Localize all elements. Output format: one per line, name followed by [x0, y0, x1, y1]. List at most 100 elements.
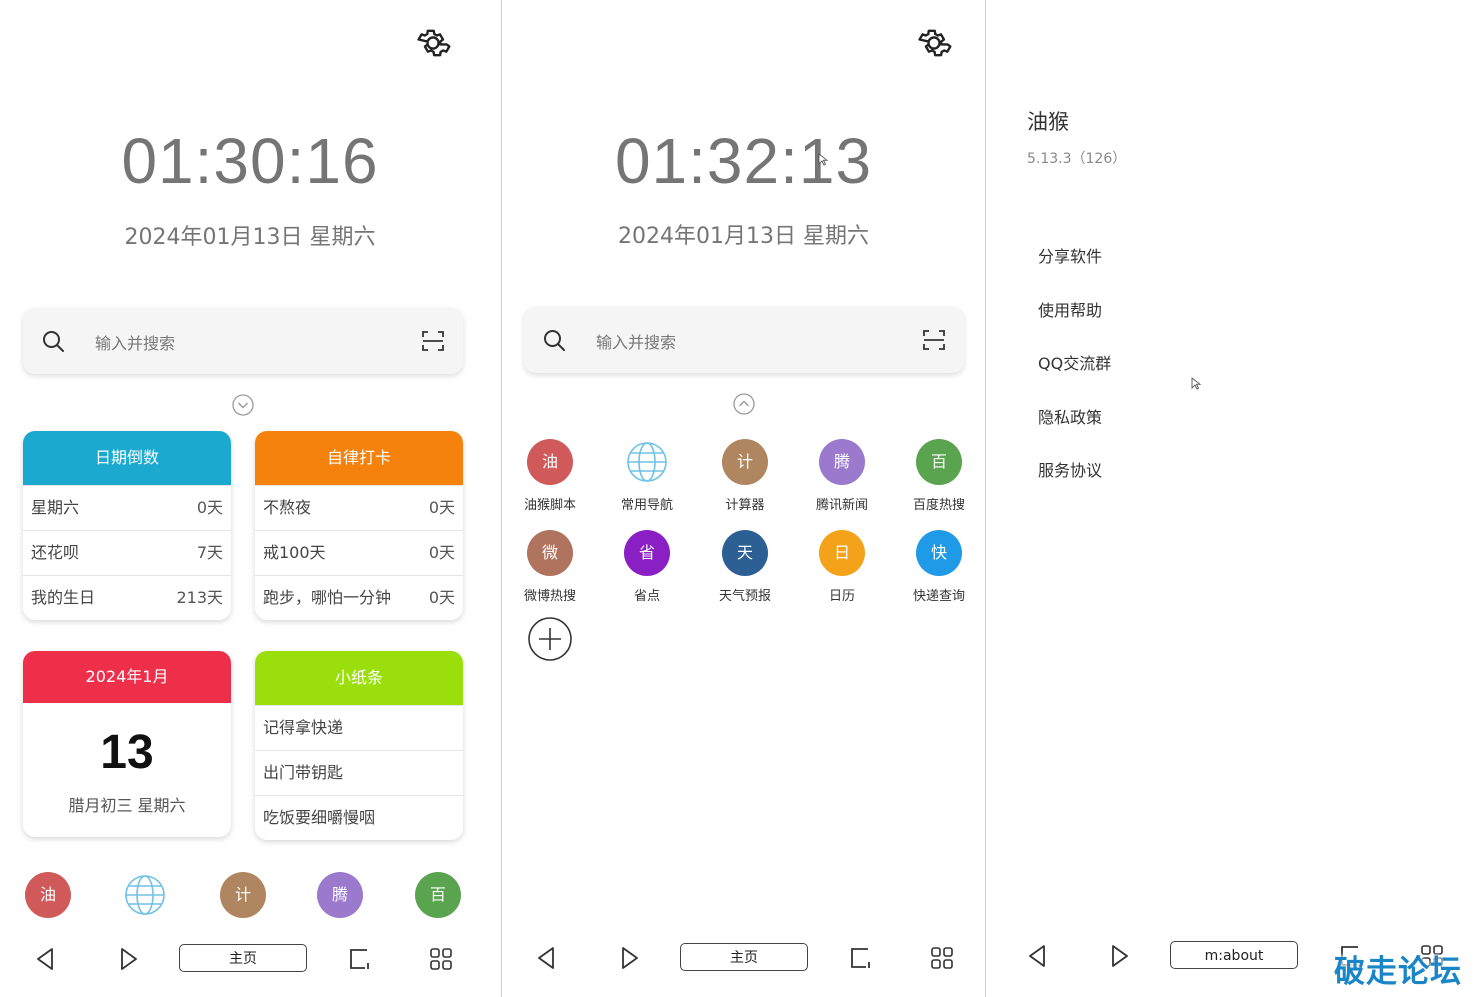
calendar-day: 13	[100, 726, 154, 779]
checkin-row[interactable]: 不熬夜 0天	[255, 485, 463, 530]
app-icon: 百	[916, 439, 962, 485]
row-value: 0天	[428, 588, 455, 607]
dock-app-baidu[interactable]: 百	[415, 872, 461, 918]
clock-date: 2024年01月13日 星期六	[124, 225, 376, 250]
scan-icon[interactable]	[421, 329, 445, 353]
search-placeholder: 输入并搜索	[596, 333, 677, 352]
note-text: 吃饭要细嚼慢咽	[263, 808, 376, 827]
menu-help[interactable]: 使用帮助	[1038, 297, 1102, 321]
note-item[interactable]: 吃饭要细嚼慢咽	[255, 795, 463, 840]
notes-card[interactable]: 小纸条 记得拿快递 出门带钥匙 吃饭要细嚼慢咽	[255, 651, 463, 840]
row-value: 0天	[196, 498, 223, 517]
menu-grid-icon[interactable]	[929, 945, 955, 971]
menu-qq-group[interactable]: QQ交流群	[1038, 350, 1111, 374]
app-label: 省点	[633, 589, 660, 604]
forward-arrow-icon[interactable]	[616, 945, 642, 971]
forward-arrow-icon[interactable]	[1106, 943, 1132, 969]
app-name: 油猴	[1027, 110, 1069, 134]
menu-privacy[interactable]: 隐私政策	[1038, 404, 1102, 428]
app-label: 腾讯新闻	[815, 498, 868, 513]
row-value: 0天	[428, 543, 455, 562]
row-label: 还花呗	[31, 543, 80, 562]
address-bar[interactable]: 主页	[680, 943, 808, 971]
checkin-row[interactable]: 戒100天 0天	[255, 530, 463, 575]
app-baidu-hot[interactable]: 百 百度热搜	[899, 439, 979, 513]
app-label: 百度热搜	[912, 498, 965, 513]
add-app-plus-icon[interactable]	[527, 616, 573, 662]
collapse-chevron-down-icon[interactable]	[232, 394, 254, 416]
app-label: 油猴脚本	[523, 498, 576, 513]
globe-icon	[627, 442, 667, 482]
dock-app-tencent-news[interactable]: 腾	[317, 872, 363, 918]
note-item[interactable]: 出门带钥匙	[255, 750, 463, 795]
settings-gear-icon[interactable]	[414, 24, 452, 62]
calendar-card[interactable]: 2024年1月 13 腊月初三 星期六	[23, 651, 231, 837]
address-bar[interactable]: m:about	[1170, 941, 1298, 969]
menu-terms[interactable]: 服务协议	[1038, 457, 1102, 481]
app-common-nav[interactable]: 常用导航	[607, 439, 687, 513]
app-calculator[interactable]: 计 计算器	[705, 439, 785, 513]
row-label: 跑步，哪怕一分钟	[263, 588, 392, 607]
app-tencent-news[interactable]: 腾 腾讯新闻	[802, 439, 882, 513]
note-text: 记得拿快递	[263, 718, 344, 737]
app-icon: 日	[819, 530, 865, 576]
app-label: 计算器	[725, 498, 765, 513]
countdown-row[interactable]: 还花呗 7天	[23, 530, 231, 575]
back-arrow-icon[interactable]	[1025, 943, 1051, 969]
back-arrow-icon[interactable]	[534, 945, 560, 971]
clock-time: 01:32:13	[614, 125, 873, 197]
scan-icon[interactable]	[922, 328, 946, 352]
app-icon: 微	[527, 530, 573, 576]
search-placeholder: 输入并搜索	[95, 334, 176, 353]
row-value: 7天	[196, 543, 223, 562]
dock-app-youhou[interactable]: 油	[25, 872, 71, 918]
countdown-row[interactable]: 我的生日 213天	[23, 575, 231, 620]
notes-title: 小纸条	[255, 651, 463, 705]
expand-chevron-up-icon[interactable]	[733, 393, 755, 415]
app-icon: 快	[916, 530, 962, 576]
dock-app-calculator[interactable]: 计	[220, 872, 266, 918]
mouse-cursor-icon	[1191, 377, 1201, 390]
app-shengdian[interactable]: 省 省点	[607, 530, 687, 604]
row-label: 戒100天	[263, 543, 326, 562]
home-screen-apps: 01:32:13 2024年01月13日 星期六 输入并搜索 油 油猴脚本 常用…	[501, 0, 986, 997]
calendar-month: 2024年1月	[23, 651, 231, 703]
dock-app-globe-icon[interactable]	[122, 872, 168, 918]
checkin-row[interactable]: 跑步，哪怕一分钟 0天	[255, 575, 463, 620]
app-express[interactable]: 快 快递查询	[899, 530, 979, 604]
app-icon: 油	[527, 439, 573, 485]
menu-grid-icon[interactable]	[428, 946, 454, 972]
home-screen-widgets: 01:30:16 2024年01月13日 星期六 输入并搜索 日期倒数 星期六 0…	[0, 0, 500, 997]
app-calendar[interactable]: 日 日历	[802, 530, 882, 604]
app-label: 日历	[828, 589, 855, 604]
checkin-title: 自律打卡	[255, 431, 463, 485]
search-bar[interactable]: 输入并搜索	[23, 308, 463, 374]
forward-arrow-icon[interactable]	[115, 946, 141, 972]
about-page: 油猴 5.13.3（126） 分享软件 使用帮助 QQ交流群 隐私政策 服务协议…	[987, 0, 1474, 997]
app-weather[interactable]: 天 天气预报	[705, 530, 785, 604]
search-icon	[43, 331, 64, 352]
tabs-icon[interactable]	[848, 945, 874, 971]
address-bar[interactable]: 主页	[179, 944, 307, 972]
app-youhou-script[interactable]: 油 油猴脚本	[510, 439, 590, 513]
settings-gear-icon[interactable]	[915, 24, 953, 62]
app-version: 5.13.3（126）	[1027, 151, 1127, 167]
countdown-row[interactable]: 星期六 0天	[23, 485, 231, 530]
note-text: 出门带钥匙	[263, 763, 344, 782]
row-label: 我的生日	[31, 588, 96, 607]
app-label: 快递查询	[912, 589, 965, 604]
note-item[interactable]: 记得拿快递	[255, 705, 463, 750]
search-bar[interactable]: 输入并搜索	[524, 307, 964, 373]
tabs-icon[interactable]	[347, 946, 373, 972]
calendar-lunar-weekday: 腊月初三 星期六	[68, 796, 186, 815]
countdown-card[interactable]: 日期倒数 星期六 0天 还花呗 7天 我的生日 213天	[23, 431, 231, 620]
app-label: 常用导航	[620, 498, 673, 513]
watermark-logo: 破走论坛	[1334, 954, 1462, 990]
app-weibo-hot[interactable]: 微 微博热搜	[510, 530, 590, 604]
bottom-navbar: 主页	[502, 941, 985, 981]
clock-date: 2024年01月13日 星期六	[618, 224, 869, 249]
search-icon	[544, 330, 565, 351]
checkin-card[interactable]: 自律打卡 不熬夜 0天 戒100天 0天 跑步，哪怕一分钟 0天	[255, 431, 463, 620]
menu-share-app[interactable]: 分享软件	[1038, 243, 1102, 267]
back-arrow-icon[interactable]	[33, 946, 59, 972]
